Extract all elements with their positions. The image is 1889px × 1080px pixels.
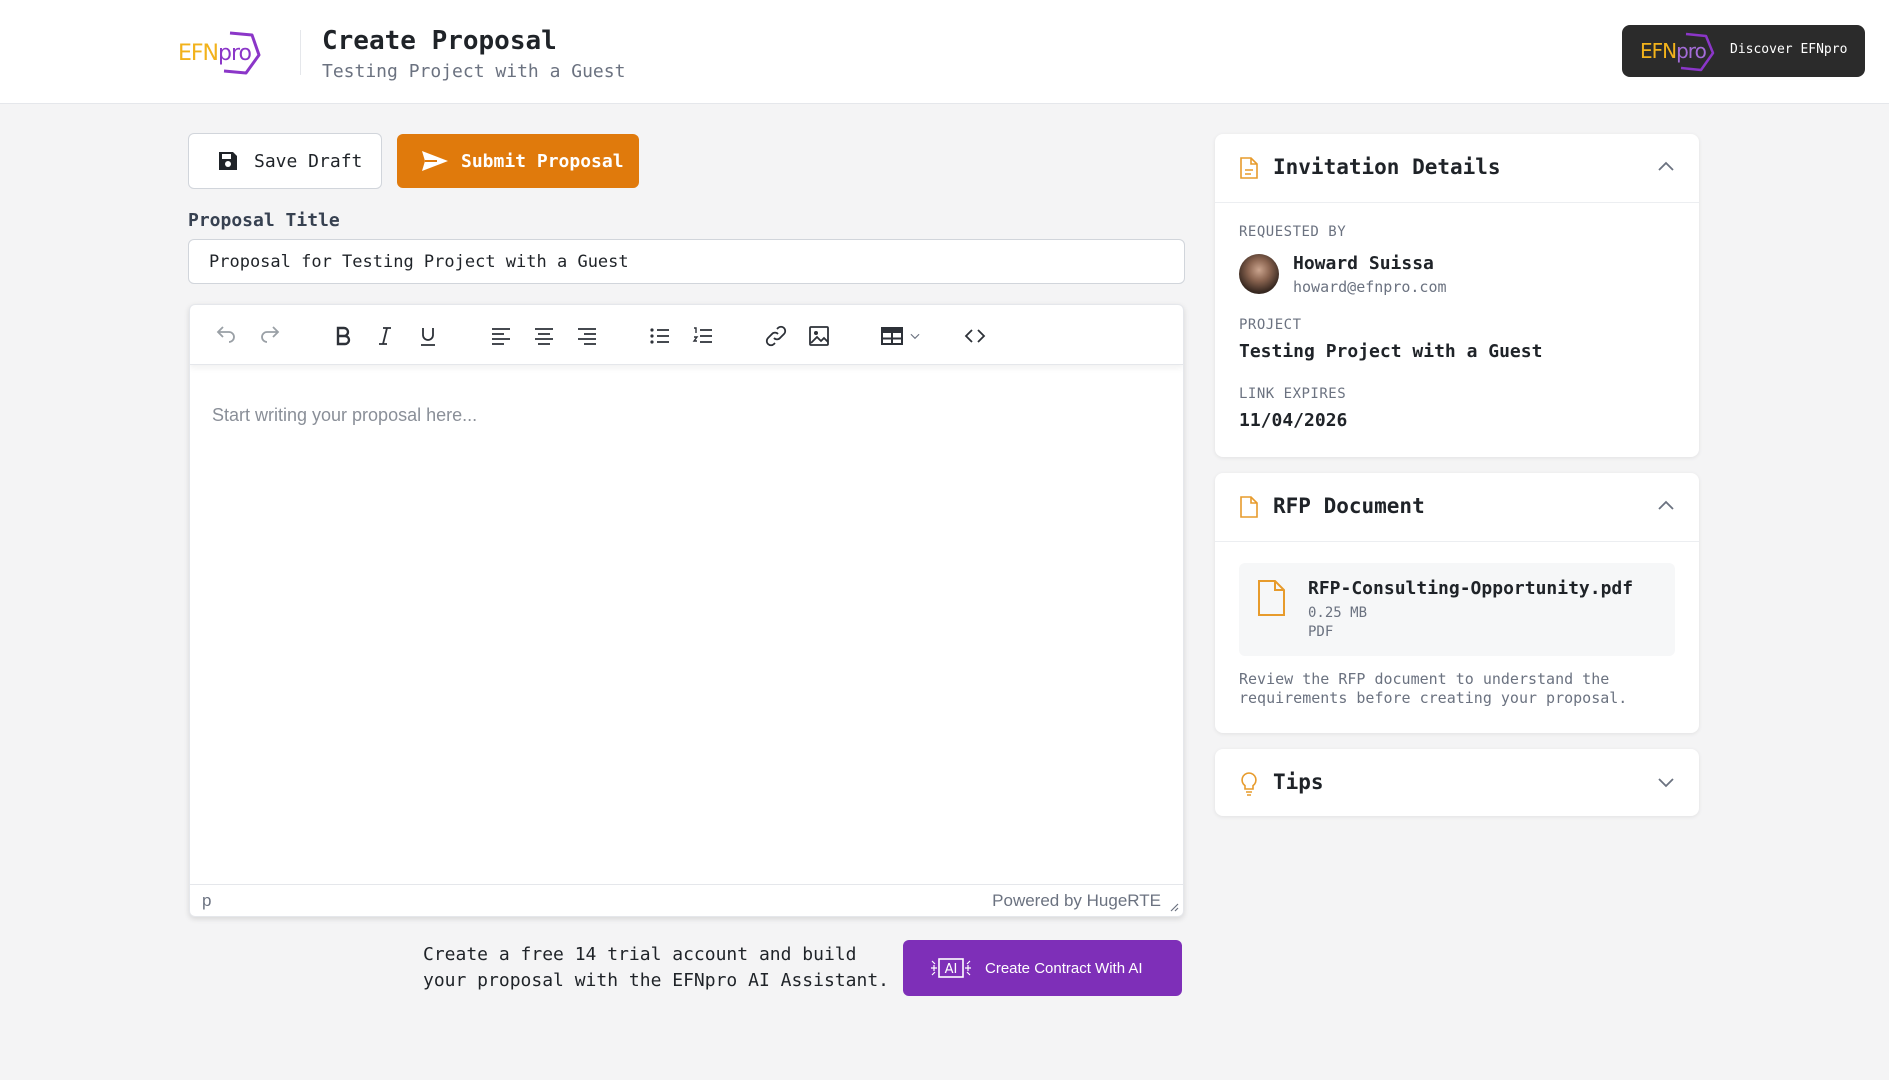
chevron-down-icon (1658, 778, 1674, 788)
link-expires-label: LINK EXPIRES (1239, 386, 1347, 402)
rfp-document-header[interactable]: RFP Document (1215, 473, 1699, 541)
top-bar: EFNpro Create Proposal Testing Project w… (0, 0, 1889, 104)
avatar (1239, 254, 1279, 294)
logo-hexagon-icon (223, 31, 261, 75)
requested-by-label: REQUESTED BY (1239, 224, 1347, 240)
project-label: PROJECT (1239, 317, 1302, 333)
underline-icon (421, 328, 435, 346)
numbered-list-button[interactable] (686, 319, 720, 353)
align-center-button[interactable] (527, 319, 561, 353)
rfp-review-note: Review the RFP document to understand th… (1239, 670, 1628, 707)
italic-button[interactable] (368, 319, 402, 353)
proposal-title-label: Proposal Title (188, 210, 340, 231)
pdf-file-icon (1258, 580, 1285, 616)
bold-icon (336, 326, 351, 346)
svg-text:AI: AI (945, 962, 958, 977)
rich-text-editor[interactable]: Start writing your proposal here... p Po… (189, 304, 1184, 917)
tips-card: Tips (1215, 749, 1699, 816)
chevron-up-icon (1658, 500, 1674, 510)
project-value: Testing Project with a Guest (1239, 341, 1543, 362)
rfp-file-size: 0.25 MB (1308, 605, 1368, 621)
card-divider (1215, 202, 1699, 203)
link-expires-value: 11/04/2026 (1239, 410, 1348, 431)
align-right-icon (578, 328, 596, 345)
powered-by-link[interactable]: Powered by HugeRTE (992, 891, 1161, 911)
submit-proposal-button[interactable]: Submit Proposal (397, 134, 639, 188)
undo-button[interactable] (209, 319, 243, 353)
efnpro-logo[interactable]: EFNpro (176, 29, 264, 77)
insert-link-button[interactable] (759, 319, 793, 353)
rfp-file-item[interactable]: RFP-Consulting-Opportunity.pdf 0.25 MB P… (1239, 563, 1675, 656)
insert-image-button[interactable] (802, 319, 836, 353)
underline-button[interactable] (411, 319, 445, 353)
requester-email: howard@efnpro.com (1293, 278, 1447, 296)
paper-plane-icon (422, 151, 448, 171)
bullet-list-button[interactable] (643, 319, 677, 353)
editor-toolbar (190, 305, 1183, 365)
discover-label: Discover EFNpro (1730, 42, 1848, 57)
invitation-details-header[interactable]: Invitation Details (1215, 134, 1699, 202)
ai-sparkle-icon: AI (931, 958, 971, 978)
save-draft-label: Save Draft (254, 150, 363, 172)
table-icon (881, 327, 903, 345)
source-code-button[interactable] (958, 319, 992, 353)
chevron-down-icon (910, 333, 920, 340)
element-path[interactable]: p (202, 891, 211, 911)
rfp-file-type: PDF (1308, 624, 1334, 640)
proposal-title-input[interactable] (188, 239, 1185, 284)
table-dropdown-button[interactable] (874, 319, 928, 353)
editor-placeholder[interactable]: Start writing your proposal here... (212, 405, 477, 426)
document-icon (1240, 157, 1258, 179)
italic-icon (379, 327, 391, 345)
align-left-icon (492, 328, 510, 345)
header-divider (300, 30, 301, 75)
redo-button[interactable] (253, 319, 287, 353)
link-icon (765, 325, 787, 347)
editor-statusbar: p Powered by HugeRTE (190, 884, 1183, 916)
bold-button[interactable] (326, 319, 360, 353)
image-icon (809, 326, 829, 346)
discover-efnpro-button[interactable]: EFNpro Discover EFNpro (1622, 25, 1865, 77)
bullet-list-icon (650, 328, 669, 344)
create-contract-ai-label: Create Contract With AI (985, 959, 1143, 977)
align-center-icon (535, 328, 553, 345)
efnpro-mini-logo: EFNpro (1640, 31, 1720, 72)
ai-trial-cta-text: Create a free 14 trial account and build… (423, 944, 889, 991)
card-divider (1215, 541, 1699, 542)
tips-header[interactable]: Tips (1215, 749, 1699, 817)
rfp-document-card: RFP Document RFP-Consulting-Opportunity.… (1215, 473, 1699, 733)
page-title: Create Proposal (322, 26, 557, 56)
redo-icon (261, 326, 280, 343)
code-icon (964, 329, 986, 343)
logo-hexagon-icon (1680, 32, 1715, 72)
undo-icon (216, 326, 235, 343)
invitation-details-card: Invitation Details REQUESTED BY Howard S… (1215, 134, 1699, 457)
numbered-list-icon (691, 324, 712, 348)
rfp-document-title: RFP Document (1273, 494, 1425, 518)
submit-proposal-label: Submit Proposal (461, 150, 624, 172)
lightbulb-icon (1241, 772, 1257, 796)
rfp-file-name: RFP-Consulting-Opportunity.pdf (1308, 578, 1634, 599)
floppy-disk-icon (219, 152, 237, 170)
create-contract-ai-button[interactable]: AI Create Contract With AI (903, 940, 1182, 996)
resize-handle-icon[interactable] (1169, 902, 1179, 912)
align-right-button[interactable] (570, 319, 604, 353)
invitation-details-title: Invitation Details (1273, 155, 1501, 179)
file-icon (1240, 496, 1258, 518)
requester-name: Howard Suissa (1293, 253, 1434, 274)
save-draft-button[interactable]: Save Draft (188, 133, 382, 189)
tips-title: Tips (1273, 770, 1324, 794)
chevron-up-icon (1658, 161, 1674, 171)
page-subtitle: Testing Project with a Guest (322, 61, 626, 82)
align-left-button[interactable] (484, 319, 518, 353)
